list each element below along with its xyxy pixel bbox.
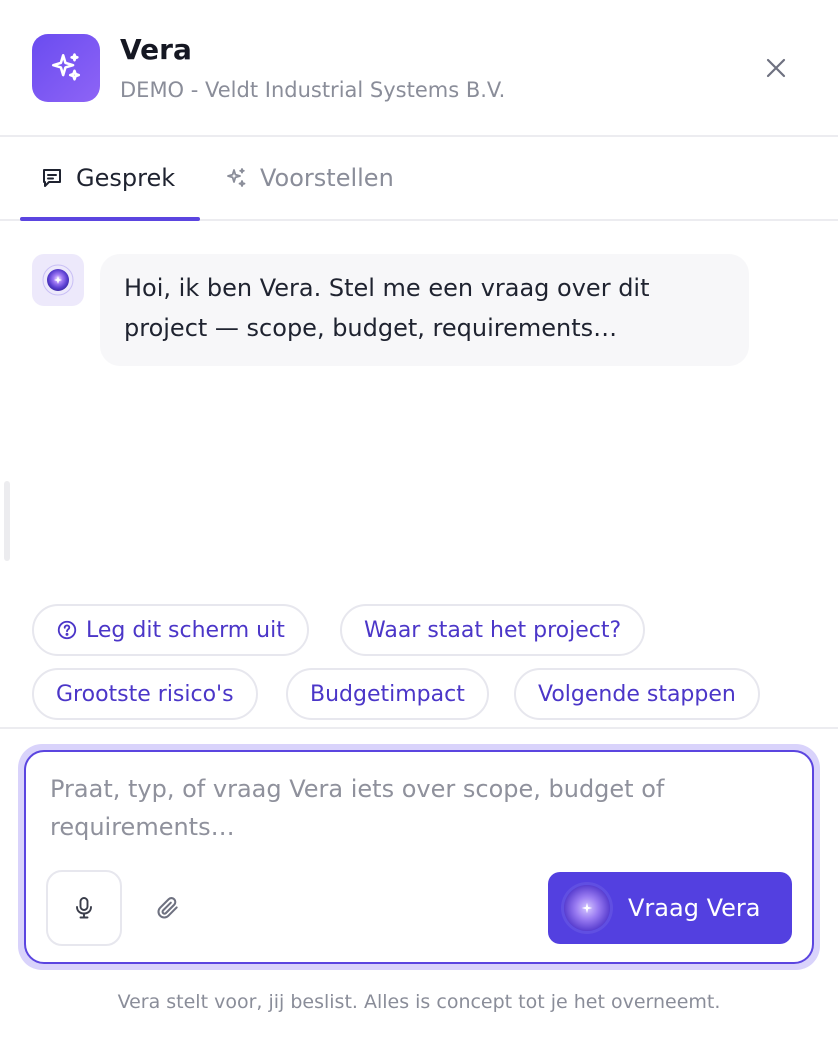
chip-budgetimpact[interactable]: Budgetimpact [286, 668, 489, 720]
suggestion-chips: Leg dit scherm uit Waar staat het projec… [0, 603, 838, 729]
chip-label: Volgende stappen [538, 681, 736, 707]
chip-label: Leg dit scherm uit [86, 617, 285, 643]
assistant-message: Hoi, ik ben Vera. Stel me een vraag over… [100, 254, 749, 366]
close-button[interactable] [756, 48, 796, 88]
chip-leg-dit-scherm-uit[interactable]: Leg dit scherm uit [32, 604, 309, 656]
vraag-vera-button[interactable]: Vraag Vera [548, 872, 792, 944]
vera-avatar [32, 254, 84, 306]
chip-label: Waar staat het project? [364, 617, 622, 643]
attach-button[interactable] [148, 888, 188, 928]
vera-logo [32, 34, 100, 102]
panel-title: Vera [120, 33, 192, 66]
tab-gesprek[interactable]: Gesprek [20, 137, 200, 221]
orb-icon [564, 885, 610, 931]
sparkles-icon [227, 168, 246, 187]
chip-label: Grootste risico's [56, 681, 234, 707]
disclaimer-text: Vera stelt voor, jij beslist. Alles is c… [117, 991, 721, 1013]
composer-box[interactable]: Praat, typ, of vraag Vera iets over scop… [24, 750, 814, 964]
chip-volgende-stappen[interactable]: Volgende stappen [514, 668, 760, 720]
chat-icon [43, 169, 61, 187]
tab-gesprek-label: Gesprek [76, 164, 176, 192]
panel-header: Vera DEMO - Veldt Industrial Systems B.V… [0, 0, 838, 137]
conversation-area[interactable]: Hoi, ik ben Vera. Stel me een vraag over… [0, 221, 838, 591]
vraag-vera-label: Vraag Vera [628, 894, 761, 922]
tab-voorstellen[interactable]: Voorstellen [224, 137, 394, 219]
orb-icon [42, 264, 74, 296]
composer: Praat, typ, of vraag Vera iets over scop… [18, 744, 820, 970]
paperclip-icon [157, 897, 178, 919]
message-input[interactable]: Praat, typ, of vraag Vera iets over scop… [50, 770, 770, 846]
chip-waar-staat-het-project[interactable]: Waar staat het project? [340, 604, 646, 656]
tab-bar: Gesprek Voorstellen [0, 137, 838, 221]
close-icon [766, 58, 786, 78]
microphone-button[interactable] [46, 870, 122, 946]
panel-subtitle: DEMO - Veldt Industrial Systems B.V. [120, 78, 506, 102]
chip-label: Budgetimpact [310, 681, 465, 707]
question-circle-icon [56, 619, 78, 641]
microphone-icon [76, 897, 92, 919]
sparkles-icon [51, 53, 81, 81]
chip-grootste-risicos[interactable]: Grootste risico's [32, 668, 258, 720]
scrollbar-thumb[interactable] [4, 481, 10, 561]
tab-voorstellen-label: Voorstellen [260, 164, 394, 192]
